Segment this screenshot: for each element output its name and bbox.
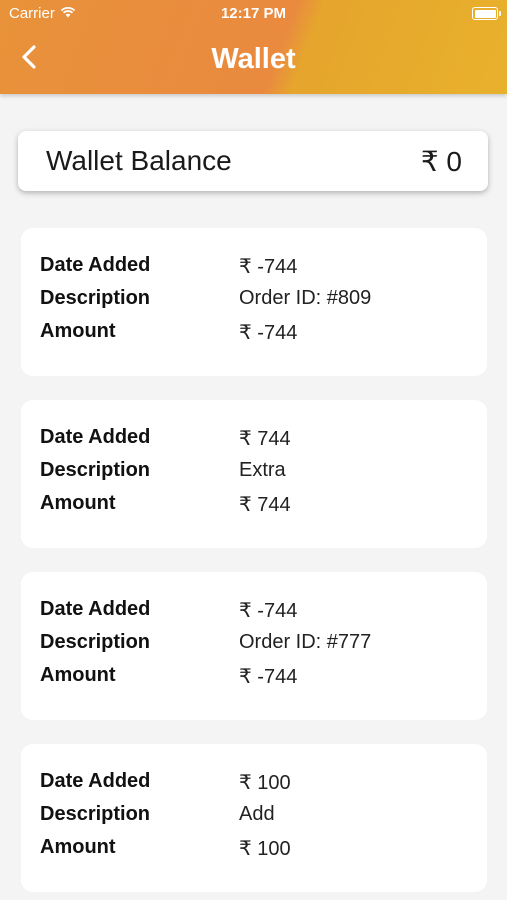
description-label: Description bbox=[40, 803, 151, 825]
status-bar: Carrier 12:17 PM bbox=[0, 0, 507, 28]
date-added-value: ₹ 100 bbox=[239, 772, 291, 794]
date-added-row: Date Added ₹ 100 bbox=[40, 770, 470, 800]
amount-label: Amount bbox=[40, 664, 116, 686]
description-label: Description bbox=[40, 631, 151, 653]
date-added-label: Date Added bbox=[40, 598, 151, 620]
description-label: Description bbox=[40, 459, 151, 481]
date-added-row: Date Added ₹ -744 bbox=[40, 254, 470, 284]
amount-label: Amount bbox=[40, 320, 116, 342]
transaction-card: Date Added ₹ -744 Description Order ID: … bbox=[21, 572, 487, 720]
date-added-value: ₹ -744 bbox=[239, 256, 298, 278]
battery-level bbox=[474, 9, 496, 18]
amount-value: ₹ -744 bbox=[239, 666, 298, 688]
wallet-balance-card: Wallet Balance ₹ 0 bbox=[18, 131, 488, 191]
date-added-value: ₹ -744 bbox=[239, 600, 298, 622]
amount-row: Amount ₹ 744 bbox=[40, 492, 470, 522]
description-row: Description Order ID: #777 bbox=[40, 631, 470, 661]
date-added-row: Date Added ₹ 744 bbox=[40, 426, 470, 456]
transaction-card: Date Added ₹ -744 Description Order ID: … bbox=[21, 228, 487, 376]
description-value: Order ID: #809 bbox=[239, 287, 372, 309]
date-added-row: Date Added ₹ -744 bbox=[40, 598, 470, 628]
amount-label: Amount bbox=[40, 836, 116, 858]
description-row: Description Add bbox=[40, 803, 470, 833]
amount-label: Amount bbox=[40, 492, 116, 514]
description-value: Order ID: #777 bbox=[239, 631, 372, 653]
amount-row: Amount ₹ -744 bbox=[40, 664, 470, 694]
date-added-value: ₹ 744 bbox=[239, 428, 291, 450]
date-added-label: Date Added bbox=[40, 254, 151, 276]
amount-value: ₹ 100 bbox=[239, 838, 291, 860]
transaction-card: Date Added ₹ 100 Description Add Amount … bbox=[21, 744, 487, 892]
amount-value: ₹ -744 bbox=[239, 322, 298, 344]
description-row: Description Order ID: #809 bbox=[40, 287, 470, 317]
status-time: 12:17 PM bbox=[220, 5, 287, 22]
wallet-balance-label: Wallet Balance bbox=[46, 145, 232, 176]
description-row: Description Extra bbox=[40, 459, 470, 489]
amount-row: Amount ₹ 100 bbox=[40, 836, 470, 866]
amount-value: ₹ 744 bbox=[239, 494, 291, 516]
battery-icon bbox=[472, 7, 501, 20]
description-label: Description bbox=[40, 287, 151, 309]
page-title: Wallet bbox=[211, 43, 296, 75]
description-value: Extra bbox=[239, 459, 286, 481]
wallet-balance-value: ₹ 0 bbox=[420, 146, 462, 177]
date-added-label: Date Added bbox=[40, 426, 151, 448]
amount-row: Amount ₹ -744 bbox=[40, 320, 470, 350]
nav-header: Carrier 12:17 PM Wallet bbox=[0, 0, 507, 94]
description-value: Add bbox=[239, 803, 275, 825]
date-added-label: Date Added bbox=[40, 770, 151, 792]
transaction-card: Date Added ₹ 744 Description Extra Amoun… bbox=[21, 400, 487, 548]
